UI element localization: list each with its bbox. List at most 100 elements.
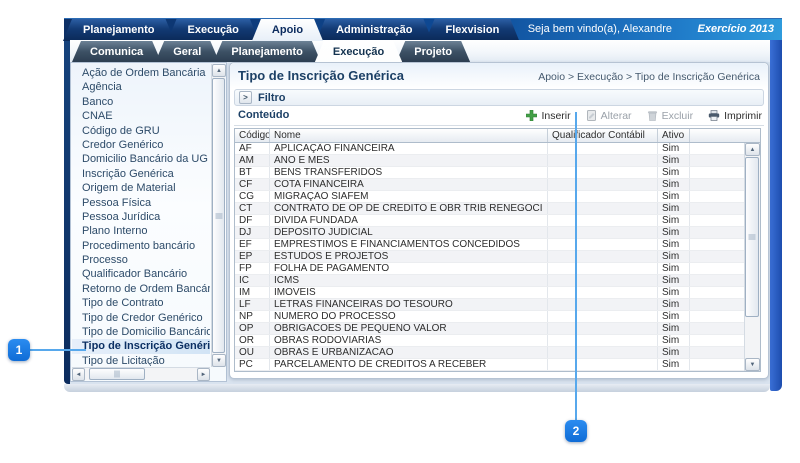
sidebar-item-tipo-de-licitacao[interactable]: Tipo de Licitação [72,354,210,366]
sidebar-item-acao-de-ordem-bancaria[interactable]: Ação de Ordem Bancária [72,66,210,80]
table-row-dj[interactable]: DJDEPOSITO JUDICIALSim [235,227,760,239]
cell-nome: FOLHA DE PAGAMENTO [270,263,548,274]
annotation-badge-2: 2 [565,420,587,442]
cell-ativo: Sim [658,299,690,310]
sidebar-item-tipo-de-credor-generico[interactable]: Tipo de Credor Genérico [72,311,210,325]
sidebar-item-domicilio-bancario-da-ug[interactable]: Domicilio Bancário da UG [72,152,210,166]
scroll-up-icon[interactable]: ▲ [745,143,760,156]
sidebar-item-credor-generico[interactable]: Credor Genérico [72,138,210,152]
inserir-label: Inserir [541,110,570,122]
table-row-af[interactable]: AFAPLICAÇÃO FINANCEIRASim [235,143,760,155]
column-header-filler [690,129,760,142]
table-row-bt[interactable]: BTBENS TRANSFERIDOSSim [235,167,760,179]
cell-ativo: Sim [658,263,690,274]
cell-qualificador-contabil [548,179,658,190]
scroll-right-icon[interactable]: ► [197,368,210,381]
sidebar-scroll-thumb[interactable] [212,78,225,353]
cell-qualificador-contabil [548,203,658,214]
table-row-im[interactable]: IMIMOVEISSim [235,287,760,299]
table-row-am[interactable]: AMANO E MESSim [235,155,760,167]
sidebar-horizontal-scrollbar[interactable]: ◄ ► [72,367,210,380]
sidebar-item-inscricao-generica[interactable]: Inscrição Genérica [72,167,210,181]
filter-expand-button[interactable]: > [239,91,252,104]
sidebar-item-agencia[interactable]: Agência [72,80,210,94]
table-scroll-thumb[interactable] [745,157,759,317]
table-row-ct[interactable]: CTCONTRATO DE OP DE CREDITO E OBR TRIB R… [235,203,760,215]
table-row-ef[interactable]: EFEMPRESTIMOS E FINANCIAMENTOS CONCEDIDO… [235,239,760,251]
cell-nome: COTA FINANCEIRA [270,179,548,190]
sidebar-item-qualificador-bancario[interactable]: Qualificador Bancário [72,267,210,281]
table-vertical-scrollbar[interactable]: ▲ ▼ [744,143,760,371]
cell-qualificador-contabil [548,287,658,298]
cell-filler [690,287,744,298]
scroll-down-icon[interactable]: ▼ [212,354,226,367]
sidebar-item-tipo-de-domicilio-bancario[interactable]: Tipo de Domicilio Bancário [72,325,210,339]
table-row-ic[interactable]: ICICMSSim [235,275,760,287]
tab-apoio[interactable]: Apoio [252,19,323,41]
subtab-comunica[interactable]: Comunica [72,41,161,62]
cell-ativo: Sim [658,191,690,202]
table-row-pc[interactable]: PCPARCELAMENTO DE CREDITOS A RECEBERSim [235,359,760,371]
window-bottom-border [64,384,770,392]
table-row-np[interactable]: NPNUMERO DO PROCESSOSim [235,311,760,323]
cell-ativo: Sim [658,203,690,214]
sidebar-item-tipo-de-contrato[interactable]: Tipo de Contrato [72,296,210,310]
scroll-grip-icon [749,235,756,240]
imprimir-button[interactable]: Imprimir [708,110,762,122]
cell-filler [690,299,744,310]
sidebar-item-codigo-de-gru[interactable]: Código de GRU [72,124,210,138]
cell-ativo: Sim [658,275,690,286]
column-header-nome[interactable]: Nome [270,129,548,142]
table-row-cg[interactable]: CGMIGRAÇÃO SIAFEMSim [235,191,760,203]
table-row-ou[interactable]: OUOBRAS E URBANIZACAOSim [235,347,760,359]
sidebar-item-retorno-de-ordem-bancaria[interactable]: Retorno de Ordem Bancária [72,282,210,296]
table-row-or[interactable]: OROBRAS RODOVIARIASSim [235,335,760,347]
scroll-down-icon[interactable]: ▼ [745,358,760,371]
cell-qualificador-contabil [548,143,658,154]
table-row-fp[interactable]: FPFOLHA DE PAGAMENTOSim [235,263,760,275]
cell-qualificador-contabil [548,191,658,202]
subtab-projeto[interactable]: Projeto [396,41,470,62]
column-header-codigo[interactable]: Código [235,129,270,142]
sidebar-item-origem-de-material[interactable]: Origem de Material [72,181,210,195]
subtab-planejamento[interactable]: Planejamento [213,41,321,62]
inserir-button[interactable]: Inserir [526,110,570,122]
sidebar-item-tipo-de-inscricao-generica[interactable]: Tipo de Inscrição Genérica [72,339,210,353]
sidebar-item-cnae[interactable]: CNAE [72,109,210,123]
cell-codigo: BT [235,167,270,178]
column-header-ativo[interactable]: Ativo [658,129,690,142]
sidebar-item-procedimento-bancario[interactable]: Procedimento bancário [72,239,210,253]
scroll-left-icon[interactable]: ◄ [72,368,85,381]
sidebar-item-pessoa-fisica[interactable]: Pessoa Física [72,196,210,210]
cell-qualificador-contabil [548,347,658,358]
sidebar-item-pessoa-juridica[interactable]: Pessoa Jurídica [72,210,210,224]
scroll-up-icon[interactable]: ▲ [212,64,226,77]
table-row-cf[interactable]: CFCOTA FINANCEIRASim [235,179,760,191]
tab-flexvision[interactable]: Flexvision [426,19,520,41]
sidebar-vertical-scrollbar[interactable]: ▲ ▼ [211,64,225,367]
sidebar-item-banco[interactable]: Banco [72,95,210,109]
cell-ativo: Sim [658,143,690,154]
cell-qualificador-contabil [548,359,658,370]
subtab-geral[interactable]: Geral [155,41,219,62]
window-right-border [770,40,782,391]
tab-planejamento[interactable]: Planejamento [63,19,175,41]
tab-execucao[interactable]: Execução [168,19,259,41]
cell-nome: EMPRESTIMOS E FINANCIAMENTOS CONCEDIDOS [270,239,548,250]
table-row-op[interactable]: OPOBRIGACOES DE PEQUENO VALORSim [235,323,760,335]
cell-ativo: Sim [658,167,690,178]
subtab-execucao[interactable]: Execução [315,41,402,62]
cell-codigo: NP [235,311,270,322]
tab-administracao[interactable]: Administração [316,19,432,41]
cell-qualificador-contabil [548,335,658,346]
table-row-lf[interactable]: LFLETRAS FINANCEIRAS DO TESOUROSim [235,299,760,311]
table-row-ep[interactable]: EPESTUDOS E PROJETOSSim [235,251,760,263]
sidebar-item-processo[interactable]: Processo [72,253,210,267]
cell-filler [690,263,744,274]
table-row-df[interactable]: DFDIVIDA FUNDADASim [235,215,760,227]
sidebar-item-plano-interno[interactable]: Plano Interno [72,224,210,238]
column-header-qualificador-contabil[interactable]: Qualificador Contábil [548,129,658,142]
cell-qualificador-contabil [548,299,658,310]
welcome-text: Seja bem vindo(a), Alexandre [528,23,672,35]
sidebar-hscroll-thumb[interactable] [89,368,145,380]
